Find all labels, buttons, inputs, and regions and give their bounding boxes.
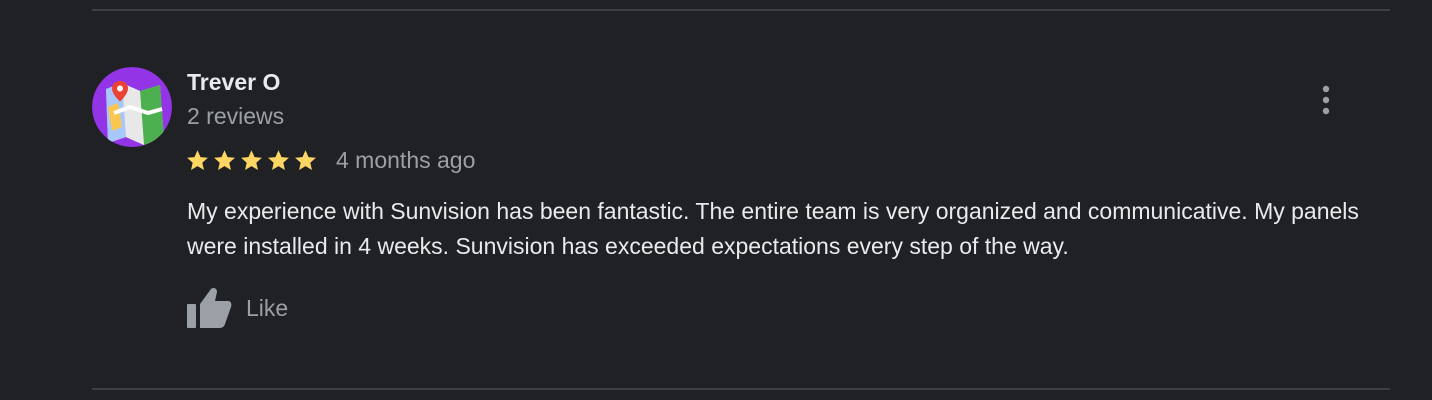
review-card: Trever O 2 reviews 4 months ago My exper…	[0, 0, 1432, 400]
map-avatar-icon	[92, 67, 172, 147]
star-rating	[185, 148, 320, 173]
star-icon	[295, 149, 316, 170]
star-icon	[268, 149, 289, 170]
divider-top	[92, 9, 1390, 11]
review-timestamp: 4 months ago	[336, 147, 476, 173]
star-icon	[187, 149, 208, 170]
review-text: My experience with Sunvision has been fa…	[187, 198, 1359, 259]
like-button[interactable]: Like	[186, 286, 288, 330]
reviewer-avatar[interactable]	[92, 67, 172, 147]
reviewer-name[interactable]: Trever O	[187, 68, 280, 96]
thumbs-up-icon	[187, 288, 232, 328]
more-options-button[interactable]	[1310, 80, 1342, 120]
rating-row: 4 months ago	[185, 146, 475, 174]
star-icon	[214, 149, 235, 170]
more-vert-icon	[1322, 85, 1330, 115]
star-icon	[241, 149, 262, 170]
like-label: Like	[246, 295, 289, 321]
divider-bottom	[92, 388, 1390, 390]
review-count[interactable]: 2 reviews	[187, 102, 284, 130]
